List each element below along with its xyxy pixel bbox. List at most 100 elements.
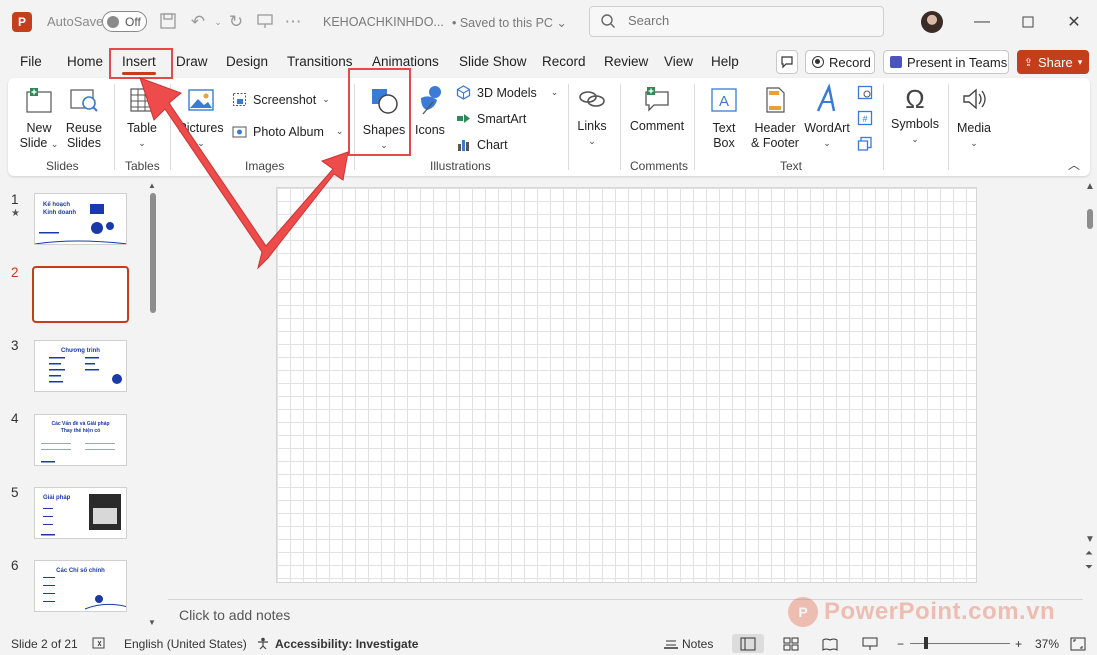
ribbon-insert: New Slide ⌄ Reuse Slides Slides Table ⌄ … [8, 78, 1090, 176]
comments-button[interactable] [776, 50, 798, 74]
slide-sorter-icon[interactable] [783, 637, 799, 654]
zoom-level[interactable]: 37% [1035, 637, 1059, 651]
undo-icon[interactable]: ↶ [188, 12, 208, 32]
thumbnail-scrollbar[interactable] [150, 193, 156, 313]
icons-button[interactable]: Icons [412, 84, 448, 138]
pictures-button[interactable]: Pictures ⌄ [178, 86, 224, 151]
comment-label: Comment [629, 119, 685, 133]
slide-number: 2 [11, 265, 19, 280]
scroll-up-icon[interactable]: ▲ [1085, 181, 1095, 192]
scroll-up-icon[interactable]: ▲ [148, 181, 156, 190]
present-in-teams-button[interactable]: Present in Teams [883, 50, 1009, 74]
toggle-knob [107, 15, 119, 28]
redo-icon[interactable]: ↻ [226, 12, 246, 32]
share-button[interactable]: ⇪ Share ▾ [1017, 50, 1089, 74]
new-slide-button[interactable]: New Slide ⌄ [18, 86, 60, 152]
tab-transitions[interactable]: Transitions [287, 54, 353, 69]
symbols-button[interactable]: Ω Symbols ⌄ [890, 84, 940, 147]
screenshot-button[interactable]: Screenshot ⌄ [232, 92, 330, 107]
watermark-text: PowerPoint.com.vn [824, 598, 1056, 625]
tab-file[interactable]: File [20, 54, 42, 69]
scroll-down-icon[interactable]: ▼ [148, 618, 156, 627]
tab-home[interactable]: Home [67, 54, 103, 69]
fit-to-window-icon[interactable] [1070, 637, 1086, 654]
minimize-icon[interactable]: — [960, 8, 1004, 36]
slide-thumbnail-2[interactable] [32, 266, 129, 323]
search-box[interactable] [589, 6, 884, 37]
previous-slide-icon[interactable]: ⏶ [1085, 548, 1093, 559]
photo-album-button[interactable]: Photo Album ⌄ [232, 124, 343, 139]
notes-toggle-icon[interactable] [664, 637, 678, 652]
save-icon[interactable] [158, 12, 178, 32]
tab-draw[interactable]: Draw [176, 54, 208, 69]
slide-thumbnail-6[interactable]: Các Chỉ số chính [34, 560, 127, 612]
screenshot-label: Screenshot [253, 92, 317, 107]
header-footer-button[interactable]: Header & Footer [750, 86, 800, 151]
tab-animations[interactable]: Animations [372, 54, 439, 69]
tab-review[interactable]: Review [604, 54, 648, 69]
zoom-out-icon[interactable]: − [897, 637, 904, 651]
table-button[interactable]: Table ⌄ [122, 86, 162, 151]
text-box-button[interactable]: A Text Box [702, 86, 746, 151]
undo-dropdown-icon[interactable]: ⌄ [208, 12, 228, 32]
scroll-down-icon[interactable]: ▼ [1085, 534, 1095, 545]
slide-thumbnail-1[interactable]: Kế hoạch Kinh doanh [34, 193, 127, 245]
smartart-button[interactable]: SmartArt [456, 111, 526, 126]
object-icon[interactable] [857, 136, 873, 155]
reading-view-icon[interactable] [822, 637, 838, 654]
language-status[interactable]: English (United States) [124, 637, 247, 651]
zoom-slider-thumb[interactable] [924, 637, 928, 649]
document-title[interactable]: KEHOACHKINHDO... [323, 15, 444, 29]
tab-record[interactable]: Record [542, 54, 586, 69]
normal-view-icon [740, 637, 756, 651]
tab-view[interactable]: View [664, 54, 693, 69]
thumbnail-illustration [41, 443, 115, 463]
text-box-label-2: Box [713, 136, 735, 150]
zoom-in-icon[interactable]: + [1015, 637, 1022, 651]
media-button[interactable]: Media ⌄ [954, 84, 994, 151]
record-button[interactable]: Record [805, 50, 875, 74]
date-time-icon[interactable] [857, 84, 873, 103]
notes-toggle-label[interactable]: Notes [682, 637, 713, 651]
present-from-beginning-icon[interactable] [255, 12, 275, 32]
customize-toolbar-icon[interactable]: ⋯ [283, 12, 303, 32]
links-button[interactable]: Links ⌄ [574, 86, 610, 149]
group-label-images: Images [245, 159, 285, 173]
wordart-button[interactable]: WordArt ⌄ [802, 83, 852, 151]
current-slide-canvas[interactable] [276, 187, 977, 583]
normal-view-button[interactable] [732, 634, 764, 653]
editor-scrollbar[interactable] [1087, 209, 1093, 229]
chart-icon [458, 140, 469, 151]
slide-thumbnail-5[interactable]: Giải pháp [34, 487, 127, 539]
comment-icon [781, 56, 793, 69]
tab-design[interactable]: Design [226, 54, 268, 69]
autosave-state: Off [125, 14, 141, 29]
title-bar: P AutoSave Off ↶ ⌄ ↻ ⋯ KEHOACHKINHDO... … [0, 0, 1097, 44]
next-slide-icon[interactable]: ⏷ [1085, 562, 1093, 573]
autosave-toggle[interactable]: Off [102, 11, 147, 32]
slide-thumbnail-4[interactable]: Các Vấn đề và Giải pháp Thay thế hiện có [34, 414, 127, 466]
close-icon[interactable]: ✕ [1052, 8, 1096, 36]
reuse-slides-label: Reuse [65, 121, 103, 135]
maximize-icon[interactable] [1006, 8, 1050, 36]
3d-models-button[interactable]: 3D Models ⌄ [456, 85, 558, 100]
pictures-label: Pictures [178, 121, 224, 135]
document-save-status[interactable]: • Saved to this PC ⌄ [452, 15, 567, 30]
chart-button[interactable]: Chart [456, 137, 508, 152]
slide-show-icon[interactable] [862, 637, 878, 654]
highlight-shapes-button [348, 68, 411, 156]
accessibility-status[interactable]: Accessibility: Investigate [275, 637, 418, 651]
user-avatar[interactable] [921, 11, 943, 33]
reuse-slides-button[interactable]: Reuse Slides [64, 86, 104, 151]
slide-thumbnail-3[interactable]: Chương trình [34, 340, 127, 392]
slide-number-icon[interactable]: # [857, 110, 873, 129]
spell-check-icon[interactable] [92, 637, 106, 653]
header-footer-label: Header [754, 121, 796, 135]
tab-slide-show[interactable]: Slide Show [459, 54, 527, 69]
thumbnail-illustration [43, 577, 126, 610]
svg-text:#: # [862, 114, 867, 124]
tab-help[interactable]: Help [711, 54, 739, 69]
comment-button[interactable]: Comment [628, 86, 686, 134]
collapse-ribbon-icon[interactable]: ︿ [1068, 156, 1080, 173]
search-input[interactable] [628, 13, 868, 28]
